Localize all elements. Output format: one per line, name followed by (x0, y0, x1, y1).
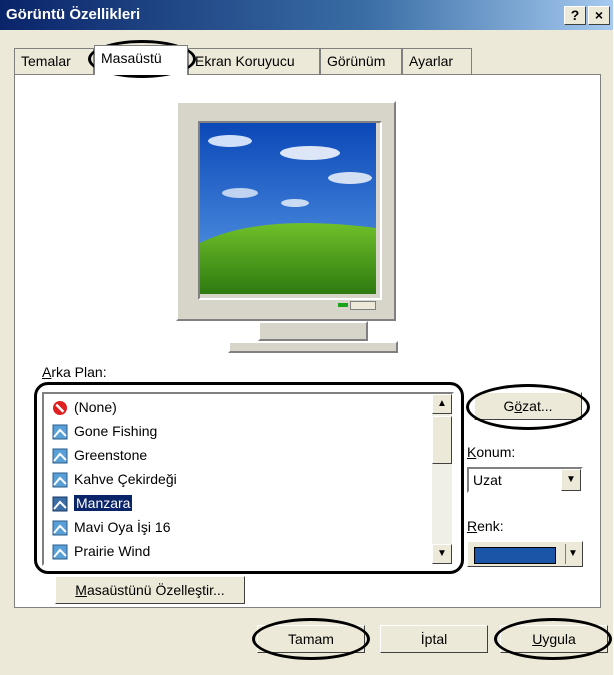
image-file-icon (52, 496, 68, 512)
background-label-text: rka Plan: (51, 364, 107, 380)
background-label: Arka Plan: (42, 364, 107, 380)
apply-button[interactable]: Uygula (500, 625, 608, 653)
none-icon (52, 400, 68, 416)
color-label: Renk: (467, 518, 504, 534)
list-item[interactable]: Gone Fishing (52, 420, 157, 442)
close-button[interactable]: × (588, 6, 610, 25)
tab-masaustu[interactable]: Masaüstü (94, 45, 188, 75)
color-picker-button[interactable]: ▼ (467, 541, 583, 567)
apply-label-accel: U (532, 631, 543, 647)
color-label-accel: R (467, 518, 478, 534)
background-label-accel: A (42, 364, 52, 380)
customize-label-accel: M (75, 582, 87, 598)
scroll-up-icon[interactable]: ▲ (432, 394, 452, 414)
position-select[interactable]: Uzat ▼ (467, 467, 583, 493)
chevron-down-icon[interactable]: ▼ (561, 469, 581, 491)
list-item-selected[interactable]: Manzara (52, 492, 133, 514)
position-value: Uzat (473, 472, 502, 488)
monitor-neck (258, 321, 368, 341)
list-item-label: Manzara (74, 495, 133, 511)
list-scrollbar[interactable]: ▲ ▼ (432, 394, 452, 564)
display-properties-dialog: Görüntü Özellikleri ? × Temalar Masaüstü… (0, 0, 613, 675)
color-swatch (474, 547, 556, 564)
tab-ekran-koruyucu[interactable]: Ekran Koruyucu (188, 48, 320, 74)
scroll-thumb[interactable] (432, 416, 452, 464)
list-item-label: Prairie Wind (74, 543, 151, 559)
list-item-label: Gone Fishing (74, 423, 158, 439)
image-file-icon (52, 448, 68, 464)
ok-button[interactable]: Tamam (257, 625, 365, 653)
monitor-button (350, 301, 376, 310)
apply-label-text: ygula (542, 631, 576, 647)
scroll-down-icon[interactable]: ▼ (432, 544, 452, 564)
tab-temalar[interactable]: Temalar (14, 48, 94, 74)
power-led (338, 303, 348, 307)
position-label: Konum: (467, 444, 515, 460)
customize-desktop-button[interactable]: Masaüstünü Özelleştir... (55, 576, 245, 604)
browse-button[interactable]: Gözat... (474, 392, 582, 420)
list-item[interactable]: (None) (52, 396, 117, 418)
list-item[interactable]: Greenstone (52, 444, 147, 466)
color-label-text: enk: (477, 518, 504, 534)
list-item-label: (None) (74, 399, 117, 415)
list-item-label: Greenstone (74, 447, 148, 463)
list-item-label: Kahve Çekirdeği (74, 471, 177, 487)
list-item[interactable]: Mavi Oya İşi 16 (52, 516, 170, 538)
position-label-accel: K (467, 444, 477, 460)
list-item[interactable]: Prairie Wind (52, 540, 150, 562)
image-file-icon (52, 544, 68, 560)
landscape-image (200, 123, 376, 294)
desktop-preview-image (198, 121, 382, 300)
tab-ayarlar[interactable]: Ayarlar (402, 48, 472, 74)
customize-label-text: asaüstünü Özelleştir... (86, 582, 225, 598)
background-list[interactable]: (None) Gone Fishing Greenstone Kahve Çek… (42, 392, 454, 566)
monitor-preview (176, 101, 396, 321)
image-file-icon (52, 520, 68, 536)
browse-label-accel: ö (514, 398, 523, 414)
browse-label-post: zat... (522, 398, 553, 414)
position-label-text: onum: (476, 444, 516, 460)
list-item[interactable]: Kahve Çekirdeği (52, 468, 177, 490)
help-button[interactable]: ? (564, 6, 586, 25)
cancel-button[interactable]: İptal (380, 625, 488, 653)
tab-gorunum[interactable]: Görünüm (320, 48, 402, 74)
image-file-icon (52, 424, 68, 440)
title-bar[interactable]: Görüntü Özellikleri ? × (0, 0, 613, 30)
chevron-down-icon[interactable]: ▼ (565, 544, 580, 564)
browse-label-pre: G (503, 398, 515, 414)
image-file-icon (52, 472, 68, 488)
window-title: Görüntü Özellikleri (6, 6, 141, 23)
list-item-label: Mavi Oya İşi 16 (74, 519, 171, 535)
monitor-base (228, 341, 398, 353)
